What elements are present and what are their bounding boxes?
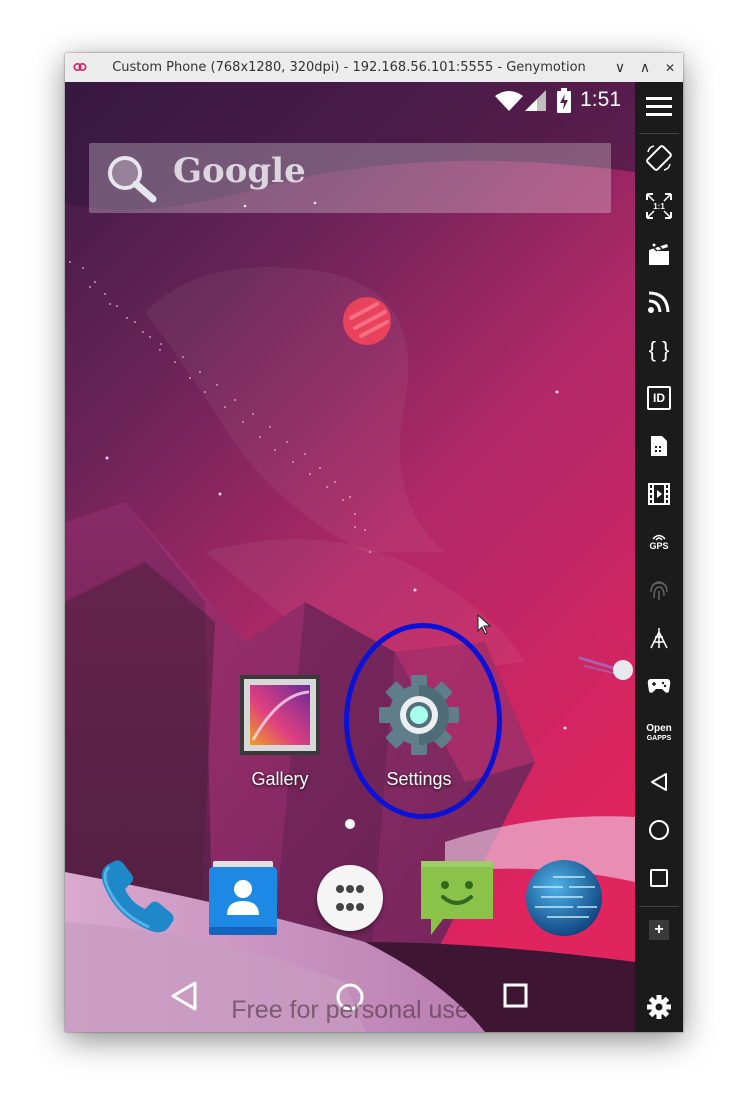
sidebar-remote-control-button[interactable] [635, 280, 683, 324]
open-gapps-icon: Open GAPPS [646, 724, 672, 744]
sidebar-fingerprint-button[interactable] [635, 568, 683, 612]
sidebar-rotate-button[interactable] [635, 136, 683, 180]
media-capture-icon [648, 483, 670, 505]
plus-label: + [654, 921, 664, 938]
gps-label: GPS [649, 541, 669, 551]
maximize-button[interactable]: ∧ [636, 59, 654, 77]
google-logo-text: Google [173, 151, 306, 191]
genymotion-sidebar: 1:1 { } ID GPS Open GAPPS + [635, 82, 683, 1032]
window-titlebar[interactable]: Custom Phone (768x1280, 320dpi) - 192.16… [65, 53, 683, 83]
sidebar-divider [639, 906, 679, 907]
app-label-gallery: Gallery [251, 769, 309, 789]
battery-charging-icon [557, 88, 571, 113]
nav-recents-icon [650, 869, 668, 887]
settings-icon [647, 995, 671, 1019]
sidebar-network-button[interactable] [635, 616, 683, 660]
app-drawer-icon [336, 885, 364, 911]
sidebar-divider [639, 133, 679, 134]
page-indicator-dot [345, 819, 355, 829]
app-drawer-button[interactable] [317, 865, 383, 931]
device-id-icon: ID [647, 386, 671, 410]
window-title: Custom Phone (768x1280, 320dpi) - 192.16… [112, 60, 586, 75]
sidebar-add-button[interactable]: + [635, 908, 683, 952]
sidebar-device-id-button[interactable]: ID [635, 376, 683, 420]
menu-icon [646, 97, 672, 116]
gps-signal-icon [652, 534, 666, 541]
sidebar-menu-button[interactable] [635, 84, 683, 128]
minimize-button[interactable]: ∨ [611, 59, 629, 77]
fingerprint-icon [650, 581, 668, 600]
genymotion-logo-icon [73, 62, 87, 72]
gallery-icon [240, 675, 320, 755]
pixel-perfect-label: 1:1 [653, 202, 665, 211]
sidebar-screencast-button[interactable] [635, 232, 683, 276]
open-gapps-label-top: Open [646, 723, 672, 734]
open-gapps-label-bottom: GAPPS [646, 735, 672, 742]
browser-globe-icon[interactable] [523, 857, 605, 939]
close-button[interactable]: ✕ [661, 59, 679, 77]
sms-icon [651, 436, 667, 456]
sidebar-back-button[interactable] [635, 760, 683, 804]
search-icon [108, 156, 157, 203]
sidebar-pixel-perfect-button[interactable]: 1:1 [635, 184, 683, 228]
sidebar-sms-button[interactable] [635, 424, 683, 468]
shell-icon: { } [648, 337, 670, 362]
gps-icon: GPS [649, 533, 669, 551]
messaging-icon[interactable] [417, 857, 497, 939]
status-clock: 1:51 [580, 88, 621, 111]
network-icon [650, 628, 668, 649]
remote-control-icon [648, 291, 670, 313]
plus-icon: + [649, 920, 669, 940]
sidebar-media-capture-button[interactable] [635, 472, 683, 516]
sidebar-shell-button[interactable]: { } [635, 328, 683, 372]
rotate-icon [646, 145, 672, 171]
status-bar: 1:51 [65, 82, 635, 120]
device-id-label: ID [653, 391, 665, 405]
android-screen[interactable]: 1:51 Google Gallery Settings Free for pe… [65, 82, 635, 1032]
google-search-bar[interactable]: Google [89, 143, 611, 213]
sidebar-gps-button[interactable]: GPS [635, 520, 683, 564]
genymotion-window: Custom Phone (768x1280, 320dpi) - 192.16… [65, 53, 683, 1032]
screencast-icon [649, 243, 669, 265]
mouse-cursor-icon [477, 614, 492, 635]
contacts-icon[interactable] [205, 857, 281, 939]
nav-home-icon [649, 820, 669, 840]
app-gallery[interactable]: Gallery [220, 672, 340, 802]
wifi-icon [495, 91, 523, 111]
sidebar-gamepad-button[interactable] [635, 664, 683, 708]
sidebar-recents-button[interactable] [635, 856, 683, 900]
sidebar-open-gapps-button[interactable]: Open GAPPS [635, 712, 683, 756]
sidebar-settings-button[interactable] [635, 985, 683, 1029]
gamepad-icon [647, 679, 671, 693]
cell-signal-icon [525, 90, 546, 111]
watermark-text: Free for personal use [231, 996, 469, 1024]
sidebar-home-button[interactable] [635, 808, 683, 852]
nav-back-icon [651, 773, 667, 791]
phone-icon[interactable] [95, 857, 177, 939]
annotation-ellipse [344, 623, 502, 819]
